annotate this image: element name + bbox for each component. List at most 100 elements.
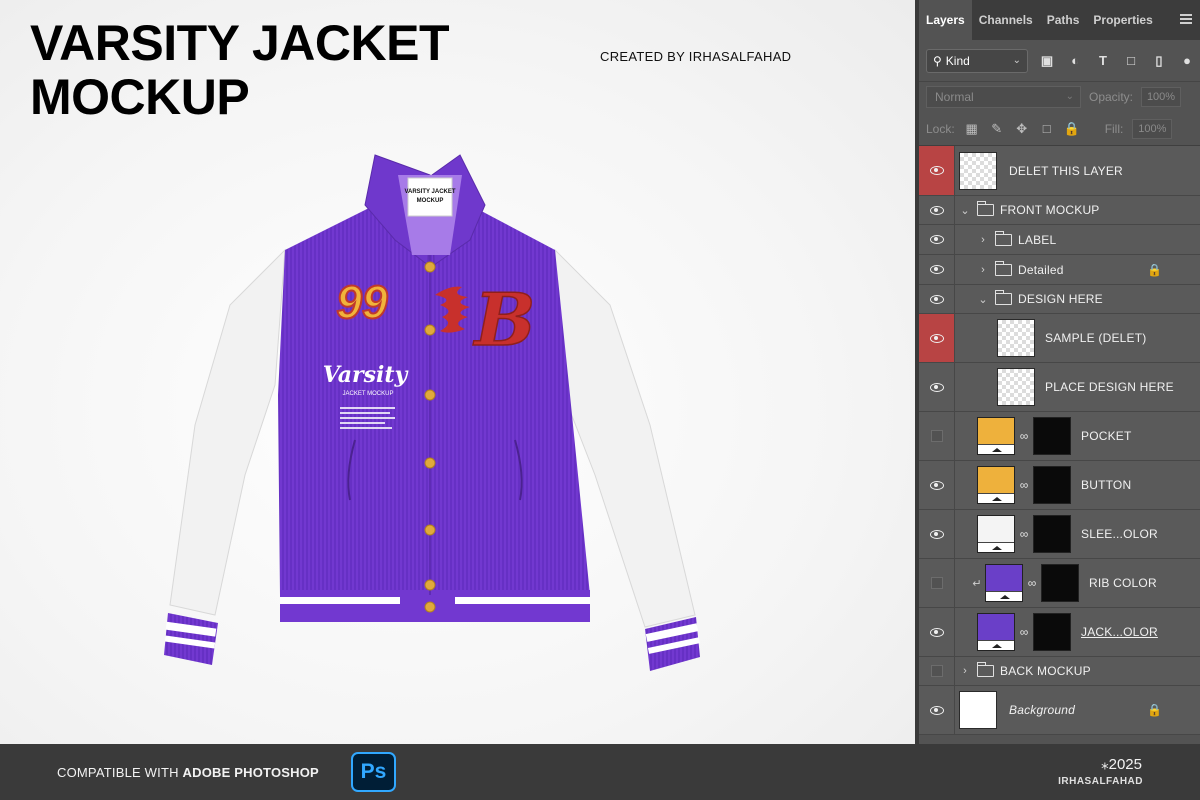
opacity-input[interactable]: 100% (1141, 87, 1182, 107)
hidden-visibility-box (930, 430, 943, 442)
blend-row: Normal ⌄ Opacity: 100% (919, 82, 1200, 112)
search-icon: ⚲ (933, 53, 942, 68)
link-icon[interactable]: ∞ (1018, 478, 1030, 492)
visibility-toggle[interactable] (919, 146, 955, 195)
link-icon[interactable]: ∞ (1026, 576, 1038, 590)
neck-label-text-1: VARSITY JACKET (404, 189, 455, 195)
layer-row[interactable]: › Detailed 🔒 (919, 255, 1200, 285)
eye-icon (929, 705, 944, 715)
chevron-down-icon[interactable]: ⌄ (959, 204, 971, 217)
layer-row[interactable]: ∞ POCKET (919, 412, 1200, 461)
layer-row[interactable]: ⌄ DESIGN HERE (919, 285, 1200, 314)
lock-artboard-icon[interactable]: □ (1039, 121, 1055, 137)
lock-position-icon[interactable]: ✥ (1014, 121, 1030, 137)
layer-row[interactable]: › BACK MOCKUP (919, 657, 1200, 686)
layer-mask-thumbnail (1033, 515, 1071, 553)
layer-name: Detailed (1018, 262, 1064, 277)
tab-paths[interactable]: Paths (1040, 0, 1087, 40)
brand-label: IRHASALFAHAD (1058, 776, 1143, 787)
tab-layers[interactable]: Layers (919, 0, 972, 40)
visibility-toggle[interactable] (919, 461, 955, 509)
fill-layer-thumbnail (985, 564, 1023, 602)
chevron-right-icon[interactable]: › (977, 264, 989, 276)
tab-channels[interactable]: Channels (972, 0, 1040, 40)
layer-mask-thumbnail (1033, 466, 1071, 504)
hidden-visibility-box (930, 577, 943, 589)
visibility-toggle[interactable] (919, 314, 955, 362)
layer-row[interactable]: ↵ ∞ RIB COLOR (919, 559, 1200, 608)
layer-row[interactable]: DELET THIS LAYER (919, 146, 1200, 196)
kind-filter-select[interactable]: ⚲ Kind ⌄ (926, 48, 1028, 73)
filter-toggle-icon[interactable]: ● (1178, 52, 1196, 70)
fill-layer-thumbnail (977, 466, 1015, 504)
tab-properties[interactable]: Properties (1086, 0, 1159, 40)
folder-icon (994, 290, 1012, 305)
layer-name: PLACE DESIGN HERE (1045, 380, 1174, 394)
layer-row[interactable]: Background 🔒 (919, 686, 1200, 735)
eye-icon (929, 382, 944, 392)
chevron-down-icon[interactable]: ⌄ (977, 293, 989, 306)
layer-name: BUTTON (1081, 478, 1132, 492)
link-icon[interactable]: ∞ (1018, 527, 1030, 541)
chevron-right-icon[interactable]: › (959, 665, 971, 677)
fill-input[interactable]: 100% (1132, 118, 1173, 139)
eye-icon (929, 627, 944, 637)
visibility-toggle[interactable] (919, 285, 955, 313)
lock-image-icon[interactable]: ✎ (989, 121, 1005, 137)
fill-label: Fill: (1104, 121, 1124, 136)
layer-thumbnail (959, 151, 997, 190)
visibility-toggle[interactable] (919, 255, 955, 284)
eye-icon (929, 529, 944, 539)
title-line-1: VARSITY JACKET (30, 15, 450, 71)
chevron-right-icon[interactable]: › (977, 234, 989, 246)
type-filter-icon[interactable]: T (1094, 52, 1112, 70)
visibility-toggle[interactable] (919, 412, 955, 460)
lock-label: Lock: (926, 121, 955, 136)
visibility-toggle[interactable] (919, 510, 955, 558)
visibility-toggle[interactable] (919, 608, 955, 656)
layer-row[interactable]: ⌄ FRONT MOCKUP (919, 196, 1200, 225)
layer-mask-thumbnail (1033, 613, 1071, 651)
visibility-toggle[interactable] (919, 559, 955, 607)
smart-object-filter-icon[interactable]: ▯ (1150, 52, 1168, 70)
pixel-filter-icon[interactable]: ▣ (1038, 52, 1056, 70)
chevron-down-icon: ⌄ (1065, 91, 1074, 102)
panel-tabs: Layers Channels Paths Properties (919, 0, 1200, 40)
folder-icon (976, 201, 994, 216)
adjustment-filter-icon[interactable]: ◐ (1066, 52, 1084, 70)
year-label: ⁎2025 (1101, 756, 1142, 773)
layer-name: SAMPLE (DELET) (1045, 331, 1147, 345)
layer-row[interactable]: ∞ SLEE...OLOR (919, 510, 1200, 559)
fill-layer-thumbnail (977, 613, 1015, 651)
compatibility-note: COMPATIBLE WITH ADOBE PHOTOSHOP (57, 765, 319, 780)
page-title: VARSITY JACKET MOCKUP (30, 15, 450, 124)
lock-icon: 🔒 (1147, 703, 1162, 717)
eye-icon (929, 205, 944, 215)
layer-row[interactable]: ∞ JACK...OLOR (919, 608, 1200, 657)
layer-name: Background (1009, 703, 1076, 717)
layer-name: FRONT MOCKUP (1000, 203, 1100, 217)
layer-row[interactable]: PLACE DESIGN HERE (919, 363, 1200, 412)
visibility-toggle[interactable] (919, 225, 955, 254)
visibility-toggle[interactable] (919, 686, 955, 734)
link-icon[interactable]: ∞ (1018, 429, 1030, 443)
varsity-jacket-image: VARSITY JACKET MOCKUP 99 Varsity JACKET … (164, 154, 701, 671)
shape-filter-icon[interactable]: □ (1122, 52, 1140, 70)
link-icon[interactable]: ∞ (1018, 625, 1030, 639)
layer-name: DELET THIS LAYER (1009, 163, 1123, 178)
visibility-toggle[interactable] (919, 196, 955, 224)
folder-icon (994, 260, 1012, 276)
lock-transparent-icon[interactable]: ▦ (964, 121, 980, 137)
layer-row[interactable]: SAMPLE (DELET) (919, 314, 1200, 363)
blend-mode-select[interactable]: Normal ⌄ (926, 86, 1081, 108)
fill-layer-thumbnail (977, 515, 1015, 553)
folder-icon (976, 662, 994, 677)
panel-menu-icon[interactable] (1180, 14, 1192, 24)
visibility-toggle[interactable] (919, 657, 955, 685)
layer-row[interactable]: ∞ BUTTON (919, 461, 1200, 510)
visibility-toggle[interactable] (919, 363, 955, 411)
chest-number: 99 (336, 276, 388, 328)
layer-row[interactable]: › LABEL (919, 225, 1200, 255)
hem-stripe (280, 597, 400, 604)
lock-all-icon[interactable]: 🔒 (1064, 121, 1080, 137)
